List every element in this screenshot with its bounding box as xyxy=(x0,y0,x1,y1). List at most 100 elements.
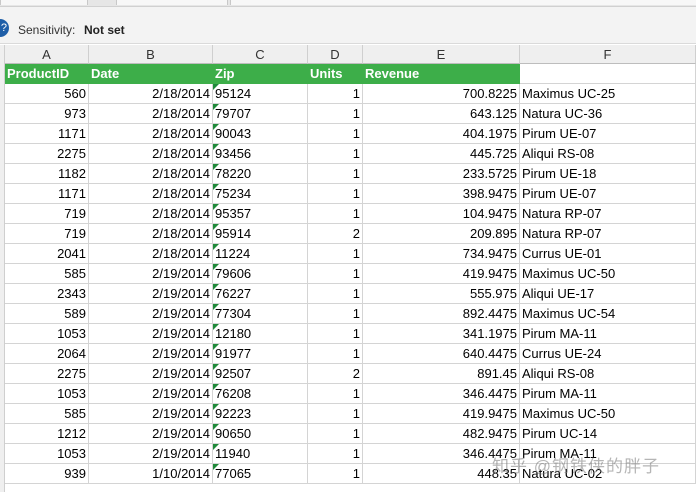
cell[interactable]: 1 xyxy=(308,244,363,264)
cell[interactable]: 2343 xyxy=(5,284,89,304)
cell[interactable]: 2/19/2014 xyxy=(89,304,213,324)
cell[interactable]: 79606 xyxy=(213,264,308,284)
header-cell[interactable]: Units xyxy=(308,64,363,84)
sensitivity-value[interactable]: Not set xyxy=(84,23,125,37)
cell[interactable]: Aliqui UE-17 xyxy=(520,284,696,304)
column-header-e[interactable]: E xyxy=(363,45,520,64)
cell[interactable]: 719 xyxy=(5,224,89,244)
header-cell[interactable] xyxy=(520,64,696,84)
cell[interactable]: 95124 xyxy=(213,84,308,104)
cell[interactable]: 1 xyxy=(308,284,363,304)
cell[interactable]: 12180 xyxy=(213,324,308,344)
cell[interactable]: 1 xyxy=(308,404,363,424)
cell[interactable]: Currus UE-01 xyxy=(520,244,696,264)
cell[interactable]: 2/18/2014 xyxy=(89,164,213,184)
cell[interactable]: 2/19/2014 xyxy=(89,364,213,384)
tab-2[interactable] xyxy=(116,0,228,5)
column-header-c[interactable]: C xyxy=(213,45,308,64)
cell[interactable]: 1 xyxy=(308,444,363,464)
cell[interactable]: Aliqui RS-08 xyxy=(520,364,696,384)
cell[interactable]: 76208 xyxy=(213,384,308,404)
cell[interactable]: 2/19/2014 xyxy=(89,404,213,424)
cell[interactable]: 2/18/2014 xyxy=(89,84,213,104)
cell[interactable]: 700.8225 xyxy=(363,84,520,104)
cell[interactable]: Aliqui RS-08 xyxy=(520,144,696,164)
cell[interactable]: 90650 xyxy=(213,424,308,444)
cell[interactable]: 2/19/2014 xyxy=(89,384,213,404)
cell[interactable]: 640.4475 xyxy=(363,344,520,364)
cell[interactable]: Natura RP-07 xyxy=(520,204,696,224)
cell[interactable]: 1053 xyxy=(5,324,89,344)
header-cell[interactable]: Revenue xyxy=(363,64,520,84)
cell[interactable]: 1 xyxy=(308,464,363,484)
cell[interactable]: 2/19/2014 xyxy=(89,324,213,344)
column-header-d[interactable]: D xyxy=(308,45,363,64)
cell[interactable]: 1 xyxy=(308,344,363,364)
cell[interactable]: 2064 xyxy=(5,344,89,364)
cell[interactable]: 76227 xyxy=(213,284,308,304)
cell[interactable]: Pirum UE-18 xyxy=(520,164,696,184)
cell[interactable]: 95914 xyxy=(213,224,308,244)
cell[interactable]: 11224 xyxy=(213,244,308,264)
cell[interactable]: 2 xyxy=(308,364,363,384)
cell[interactable]: 404.1975 xyxy=(363,124,520,144)
cell[interactable]: Maximus UC-50 xyxy=(520,264,696,284)
cell[interactable]: 2/18/2014 xyxy=(89,204,213,224)
cell[interactable]: 1212 xyxy=(5,424,89,444)
cell[interactable]: 419.9475 xyxy=(363,264,520,284)
cell[interactable]: 1053 xyxy=(5,384,89,404)
cell[interactable]: 1 xyxy=(308,164,363,184)
cell[interactable]: 2275 xyxy=(5,364,89,384)
header-cell[interactable]: Date xyxy=(89,64,213,84)
cell[interactable]: Pirum UE-07 xyxy=(520,184,696,204)
cell[interactable]: 555.975 xyxy=(363,284,520,304)
cell[interactable]: 1 xyxy=(308,324,363,344)
cell[interactable]: 1/10/2014 xyxy=(89,464,213,484)
cell[interactable]: 445.725 xyxy=(363,144,520,164)
cell[interactable]: Natura UC-36 xyxy=(520,104,696,124)
cell[interactable]: 2/18/2014 xyxy=(89,184,213,204)
cell[interactable]: 233.5725 xyxy=(363,164,520,184)
cell[interactable]: 93456 xyxy=(213,144,308,164)
cell[interactable]: 1182 xyxy=(5,164,89,184)
cell[interactable]: Pirum UC-14 xyxy=(520,424,696,444)
cell[interactable]: 90043 xyxy=(213,124,308,144)
cell[interactable]: 77065 xyxy=(213,464,308,484)
cell[interactable]: Currus UE-24 xyxy=(520,344,696,364)
cell[interactable]: 939 xyxy=(5,464,89,484)
cell[interactable]: 2 xyxy=(308,224,363,244)
cell[interactable]: 11940 xyxy=(213,444,308,464)
cell[interactable]: Pirum MA-11 xyxy=(520,384,696,404)
cell[interactable]: 1 xyxy=(308,424,363,444)
header-cell[interactable]: ProductID xyxy=(5,64,89,84)
cell[interactable]: 973 xyxy=(5,104,89,124)
cell[interactable]: 2/18/2014 xyxy=(89,104,213,124)
cell[interactable]: 1 xyxy=(308,104,363,124)
cell[interactable]: Maximus UC-50 xyxy=(520,404,696,424)
cell[interactable]: 95357 xyxy=(213,204,308,224)
cell[interactable]: 77304 xyxy=(213,304,308,324)
cell[interactable]: 482.9475 xyxy=(363,424,520,444)
cell[interactable]: 892.4475 xyxy=(363,304,520,324)
cell[interactable]: 1 xyxy=(308,204,363,224)
cell[interactable]: 1171 xyxy=(5,124,89,144)
cell[interactable]: 585 xyxy=(5,264,89,284)
cell[interactable]: 398.9475 xyxy=(363,184,520,204)
cell[interactable]: 1171 xyxy=(5,184,89,204)
cell[interactable]: 734.9475 xyxy=(363,244,520,264)
column-header-a[interactable]: A xyxy=(5,45,89,64)
cell[interactable]: 891.45 xyxy=(363,364,520,384)
cell[interactable]: 92223 xyxy=(213,404,308,424)
cell[interactable]: 2/19/2014 xyxy=(89,344,213,364)
cell[interactable]: Pirum UE-07 xyxy=(520,124,696,144)
cell[interactable]: Maximus UC-25 xyxy=(520,84,696,104)
cell[interactable]: 643.125 xyxy=(363,104,520,124)
cell[interactable]: 2/19/2014 xyxy=(89,424,213,444)
cell[interactable]: 2/19/2014 xyxy=(89,264,213,284)
cell[interactable]: 341.1975 xyxy=(363,324,520,344)
column-header-f[interactable]: F xyxy=(520,45,696,64)
cell[interactable]: 1 xyxy=(308,264,363,284)
cell[interactable]: 2275 xyxy=(5,144,89,164)
cell[interactable]: 1 xyxy=(308,144,363,164)
cell[interactable]: 2/18/2014 xyxy=(89,244,213,264)
